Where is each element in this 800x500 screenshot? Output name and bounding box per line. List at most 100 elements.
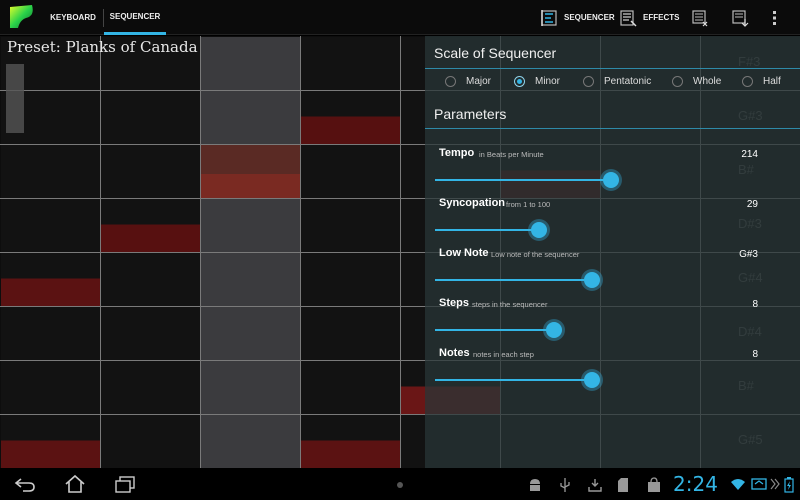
grid-cell[interactable]	[101, 307, 200, 360]
grid-cell[interactable]	[1, 361, 100, 414]
slider-thumb[interactable]	[584, 372, 600, 388]
recent-apps-icon[interactable]	[114, 474, 136, 494]
usb-icon	[560, 478, 570, 492]
menu-dot-icon[interactable]	[396, 481, 404, 489]
grid-cell[interactable]	[301, 145, 400, 198]
slider-track	[435, 329, 554, 331]
param-desc: notes in each step	[473, 350, 534, 359]
grid-cell[interactable]	[201, 361, 300, 414]
tempo-slider[interactable]	[435, 172, 749, 188]
effects-action-label: EFFECTS	[643, 13, 680, 22]
grid-cell[interactable]	[301, 199, 400, 252]
action-bar: KEYBOARD SEQUENCER SEQUENCER EFFECTS	[0, 0, 800, 35]
param-steps: Steps steps in the sequencer 8	[425, 297, 800, 347]
app-icon[interactable]	[8, 4, 36, 30]
param-name: Low Note	[439, 247, 489, 259]
back-icon[interactable]	[14, 474, 36, 494]
grid-cell[interactable]	[201, 199, 300, 252]
param-desc: in Beats per Minute	[479, 150, 544, 159]
grid-cell[interactable]	[301, 253, 400, 306]
scale-option-label: Major	[466, 76, 492, 87]
grid-cell[interactable]	[301, 37, 400, 90]
save-preset-button[interactable]	[730, 0, 756, 35]
grid-cell[interactable]	[201, 307, 300, 360]
slider-thumb[interactable]	[531, 222, 547, 238]
grid-cell[interactable]	[101, 253, 200, 306]
grid-cell[interactable]	[201, 145, 300, 198]
param-name: Notes	[439, 347, 470, 359]
syncopation-slider[interactable]	[435, 222, 749, 238]
system-bar: 2:24	[0, 468, 800, 500]
steps-slider[interactable]	[435, 322, 749, 338]
scale-option-half[interactable]: Half	[742, 76, 781, 87]
save-icon	[732, 9, 749, 27]
clock: 2:24	[673, 472, 718, 496]
scale-option-whole[interactable]: Whole	[672, 76, 721, 87]
grid-cell[interactable]	[301, 91, 400, 144]
param-low-note: Low Note Low note of the sequencer G#3	[425, 247, 800, 297]
scale-option-label: Pentatonic	[604, 76, 652, 87]
sync-icon	[751, 478, 767, 490]
parameters-section-title: Parameters	[434, 106, 507, 122]
scale-option-minor[interactable]: Minor	[514, 76, 560, 87]
scale-section-divider	[425, 68, 800, 69]
tab-keyboard[interactable]: KEYBOARD	[45, 0, 101, 35]
slider-thumb[interactable]	[546, 322, 562, 338]
scale-option-major[interactable]: Major	[445, 76, 491, 87]
grid-cell[interactable]	[1, 145, 100, 198]
grid-cell[interactable]	[101, 415, 200, 468]
load-preset-button[interactable]	[690, 0, 716, 35]
grid-cell[interactable]	[1, 253, 100, 306]
grid-cell[interactable]	[201, 415, 300, 468]
slider-thumb[interactable]	[584, 272, 600, 288]
grid-cell[interactable]	[101, 199, 200, 252]
grid-cell[interactable]	[1, 415, 100, 468]
scale-option-label: Minor	[535, 76, 561, 87]
radio-pentatonic[interactable]	[583, 76, 594, 87]
android-debug-icon	[530, 479, 540, 491]
param-notes: Notes notes in each step 8	[425, 347, 800, 397]
grid-cell[interactable]	[101, 91, 200, 144]
radio-major[interactable]	[445, 76, 456, 87]
grid-cell[interactable]	[1, 307, 100, 360]
grid-cell[interactable]	[301, 307, 400, 360]
effects-action-button[interactable]: EFFECTS	[619, 0, 679, 35]
overflow-menu-button[interactable]	[772, 0, 784, 35]
param-name: Tempo	[439, 147, 475, 159]
slider-thumb[interactable]	[603, 172, 619, 188]
grid-cell[interactable]	[201, 91, 300, 144]
grid-cell[interactable]	[101, 361, 200, 414]
param-syncopation: Syncopation from 1 to 100 29	[425, 197, 800, 247]
low-note-slider[interactable]	[435, 272, 749, 288]
grid-cell[interactable]	[201, 37, 300, 90]
grid-cell[interactable]	[301, 361, 400, 414]
grid-cell[interactable]	[1, 199, 100, 252]
param-value: 29	[746, 199, 758, 210]
slider-track	[435, 279, 592, 281]
sequencer-action-button[interactable]: SEQUENCER	[540, 0, 615, 35]
home-icon[interactable]	[64, 474, 86, 494]
grid-cell[interactable]	[201, 253, 300, 306]
grid-cell[interactable]	[101, 145, 200, 198]
param-value: 8	[752, 349, 758, 360]
radio-minor[interactable]	[514, 76, 525, 87]
settings-panel: Scale of Sequencer Major Minor Pentatoni…	[425, 36, 800, 468]
grid-scroll-handle[interactable]	[6, 64, 24, 133]
scale-option-label: Whole	[693, 76, 722, 87]
parameters-section-divider	[425, 128, 800, 129]
scale-option-pentatonic[interactable]: Pentatonic	[583, 76, 651, 87]
overflow-menu-icon	[773, 10, 776, 25]
param-value: G#3	[739, 249, 758, 260]
slider-track	[435, 229, 539, 231]
radio-half[interactable]	[742, 76, 753, 87]
chevron-right-icon	[770, 478, 780, 490]
param-value: 8	[752, 299, 758, 310]
grid-cell[interactable]	[301, 415, 400, 468]
param-tempo: Tempo in Beats per Minute 214	[425, 147, 800, 197]
tab-sequencer[interactable]: SEQUENCER	[104, 0, 166, 35]
load-icon	[692, 9, 708, 26]
notes-slider[interactable]	[435, 372, 749, 388]
param-name: Steps	[439, 297, 469, 309]
effects-icon	[620, 9, 637, 27]
radio-whole[interactable]	[672, 76, 683, 87]
